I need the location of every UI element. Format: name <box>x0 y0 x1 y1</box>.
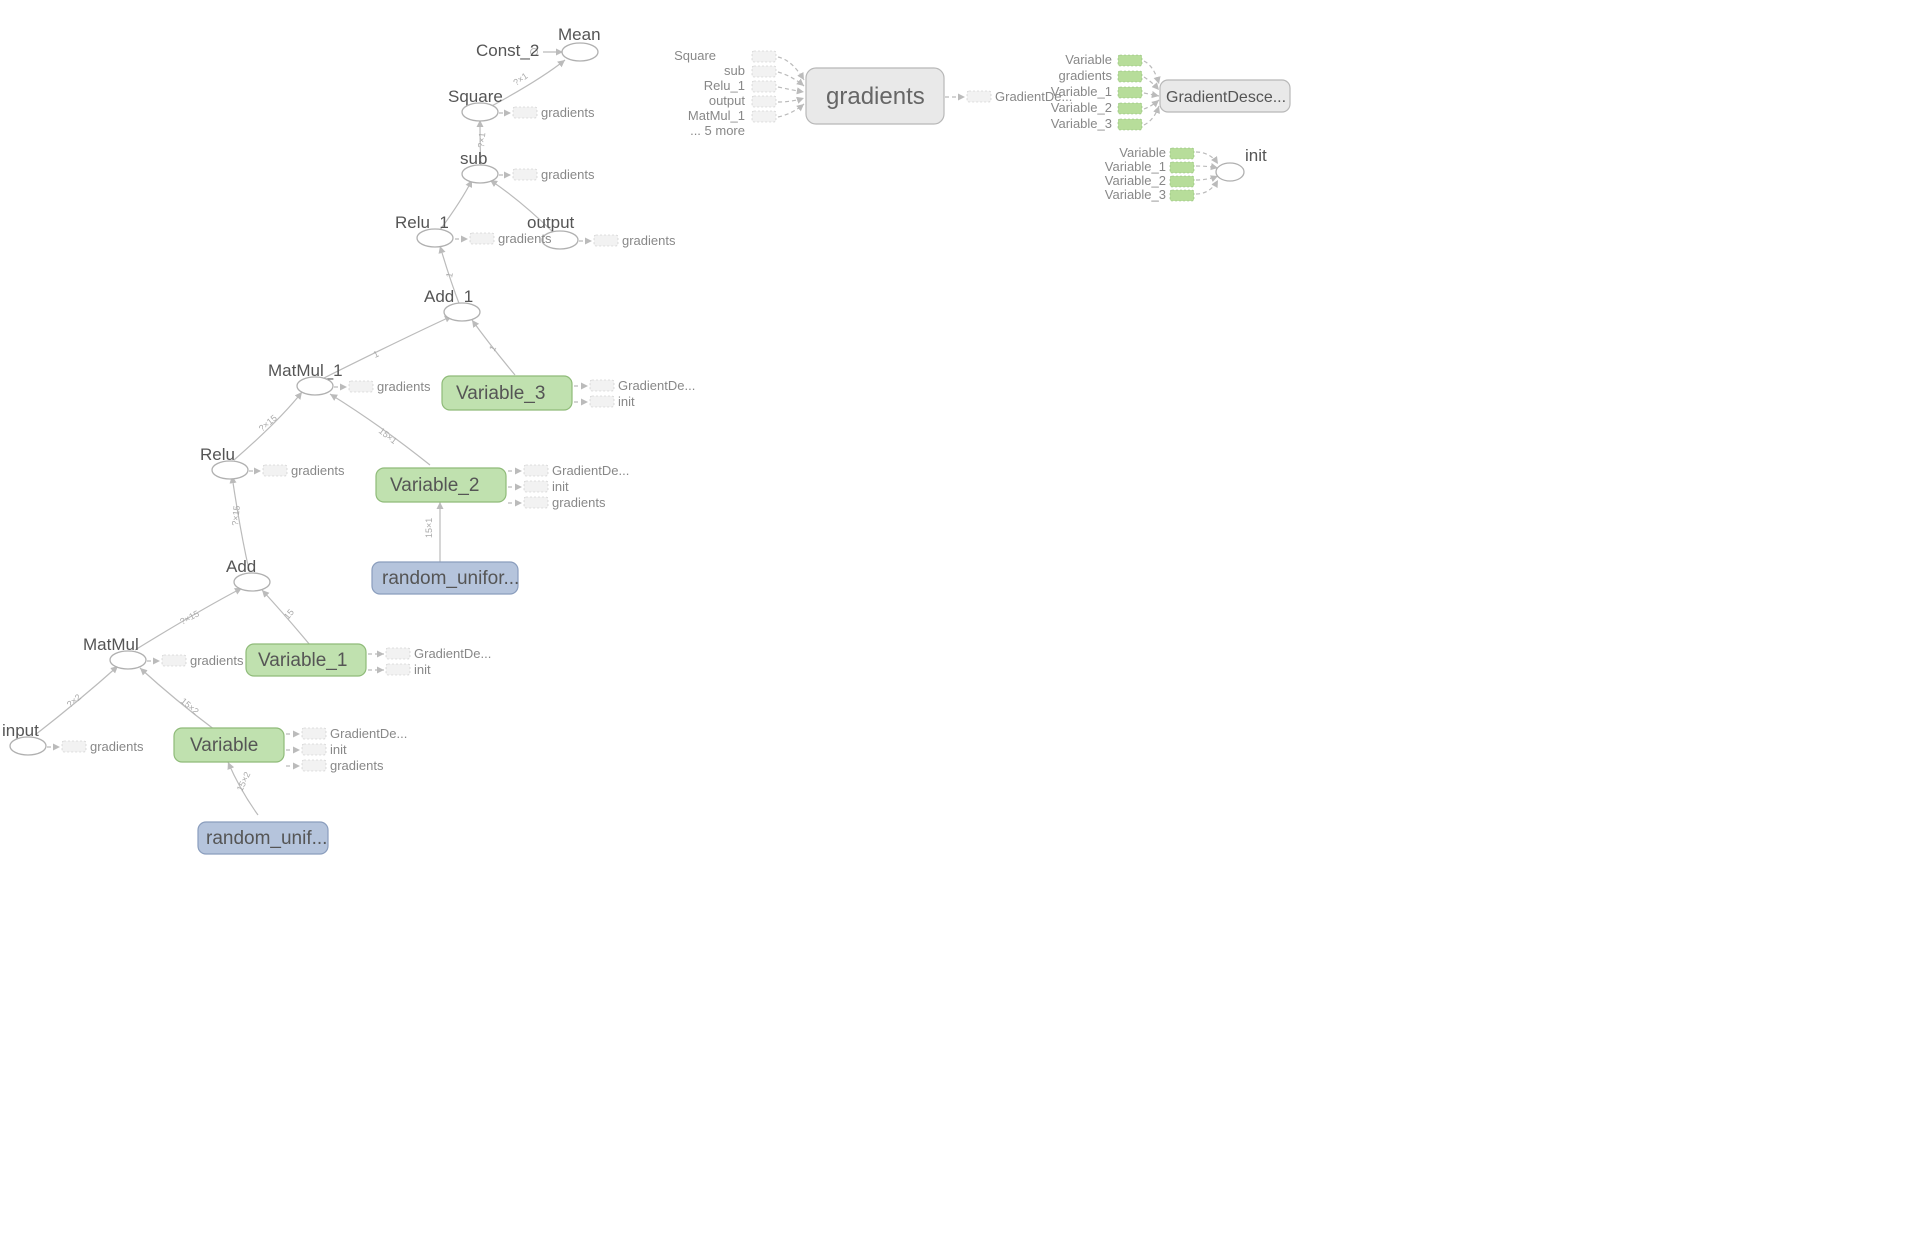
op-input[interactable]: input <box>2 721 46 755</box>
svg-text:gradients: gradients <box>330 758 384 773</box>
op-square[interactable]: Square <box>448 87 503 121</box>
block-randunif2[interactable]: random_unifor... <box>372 562 519 594</box>
svg-text:init: init <box>552 479 569 494</box>
op-matmul[interactable]: MatMul <box>83 635 146 669</box>
svg-text:?×15: ?×15 <box>257 413 279 434</box>
svg-text:Mean: Mean <box>558 25 601 44</box>
op-const2[interactable]: Const_2 <box>476 41 539 60</box>
svg-text:Variable: Variable <box>1119 145 1166 160</box>
svg-text:GradientDe...: GradientDe... <box>414 646 491 661</box>
svg-text:GradientDe...: GradientDe... <box>618 378 695 393</box>
svg-text:gradients: gradients <box>552 495 606 510</box>
svg-text:Variable: Variable <box>1065 52 1112 67</box>
svg-text:output: output <box>527 213 575 232</box>
svg-text:gradients: gradients <box>190 653 244 668</box>
svg-text:init: init <box>330 742 347 757</box>
op-add[interactable]: Add <box>226 557 270 591</box>
block-graddescent[interactable]: GradientDesce... <box>1160 80 1290 112</box>
svg-text:15×1: 15×1 <box>377 426 399 446</box>
svg-text:init: init <box>618 394 635 409</box>
svg-text:... 5 more: ... 5 more <box>690 123 745 138</box>
block-randunif[interactable]: random_unif... <box>198 822 328 854</box>
svg-text:gradients: gradients <box>291 463 345 478</box>
op-add1[interactable]: Add_1 <box>424 287 480 321</box>
svg-text:15×2: 15×2 <box>235 770 253 793</box>
svg-text:Variable_1: Variable_1 <box>258 650 347 671</box>
block-variable[interactable]: Variable <box>174 728 284 762</box>
svg-text:sub: sub <box>724 63 745 78</box>
ports: gradients gradients gradients gradients … <box>47 48 1194 773</box>
svg-text:Variable_1: Variable_1 <box>1051 84 1112 99</box>
svg-text:Variable_2: Variable_2 <box>1105 173 1166 188</box>
svg-text:Variable_3: Variable_3 <box>456 383 545 404</box>
svg-text:gradients: gradients <box>498 231 552 246</box>
op-init[interactable]: init <box>1216 146 1267 181</box>
svg-text:output: output <box>709 93 746 108</box>
op-mean[interactable]: Mean <box>558 25 601 61</box>
svg-text:gradients: gradients <box>377 379 431 394</box>
op-matmul1[interactable]: MatMul_1 <box>268 361 343 395</box>
svg-text:15: 15 <box>282 607 296 621</box>
svg-text:?×1: ?×1 <box>511 71 529 88</box>
svg-text:random_unifor...: random_unifor... <box>382 568 519 589</box>
svg-text:Variable: Variable <box>190 735 258 756</box>
svg-text:Variable_3: Variable_3 <box>1051 116 1112 131</box>
block-variable2[interactable]: Variable_2 <box>376 468 506 502</box>
svg-text:15×1: 15×1 <box>424 518 434 538</box>
svg-text:Const_2: Const_2 <box>476 41 539 60</box>
svg-text:gradients: gradients <box>1059 68 1113 83</box>
op-relu[interactable]: Relu <box>200 445 248 479</box>
svg-text:init: init <box>1245 146 1267 165</box>
svg-text:?×15: ?×15 <box>230 505 242 526</box>
op-relu1[interactable]: Relu_1 <box>395 213 453 247</box>
svg-text:MatMul_1: MatMul_1 <box>688 108 745 123</box>
svg-text:Variable_2: Variable_2 <box>390 475 479 496</box>
block-variable1[interactable]: Variable_1 <box>246 644 366 676</box>
svg-text:gradients: gradients <box>826 83 925 110</box>
block-gradients[interactable]: gradients <box>806 68 944 124</box>
svg-text:Square: Square <box>674 48 716 63</box>
svg-text:init: init <box>414 662 431 677</box>
svg-text:GradientDe...: GradientDe... <box>330 726 407 741</box>
svg-text:?×1: ?×1 <box>476 132 487 148</box>
svg-text:GradientDe...: GradientDe... <box>552 463 629 478</box>
graph-edges: ?×1 ?×1 1 1 1 ?×15 15×1 ?×15 15×1 ?×15 1… <box>35 49 1218 816</box>
svg-text:Relu_1: Relu_1 <box>704 78 745 93</box>
svg-text:GradientDesce...: GradientDesce... <box>1166 89 1286 106</box>
svg-text:Variable_3: Variable_3 <box>1105 187 1166 202</box>
op-sub[interactable]: sub <box>460 149 498 183</box>
svg-text:Variable_2: Variable_2 <box>1051 100 1112 115</box>
svg-text:Variable_1: Variable_1 <box>1105 159 1166 174</box>
svg-text:15×2: 15×2 <box>179 696 201 717</box>
block-variable3[interactable]: Variable_3 <box>442 376 572 410</box>
svg-text:gradients: gradients <box>541 105 595 120</box>
svg-text:MatMul_1: MatMul_1 <box>268 361 343 380</box>
svg-text:gradients: gradients <box>622 233 676 248</box>
svg-text:gradients: gradients <box>90 739 144 754</box>
svg-text:random_unif...: random_unif... <box>206 828 327 849</box>
svg-text:?×15: ?×15 <box>178 608 201 626</box>
svg-text:gradients: gradients <box>541 167 595 182</box>
svg-text:1: 1 <box>444 272 455 279</box>
svg-text:?×2: ?×2 <box>65 692 83 709</box>
